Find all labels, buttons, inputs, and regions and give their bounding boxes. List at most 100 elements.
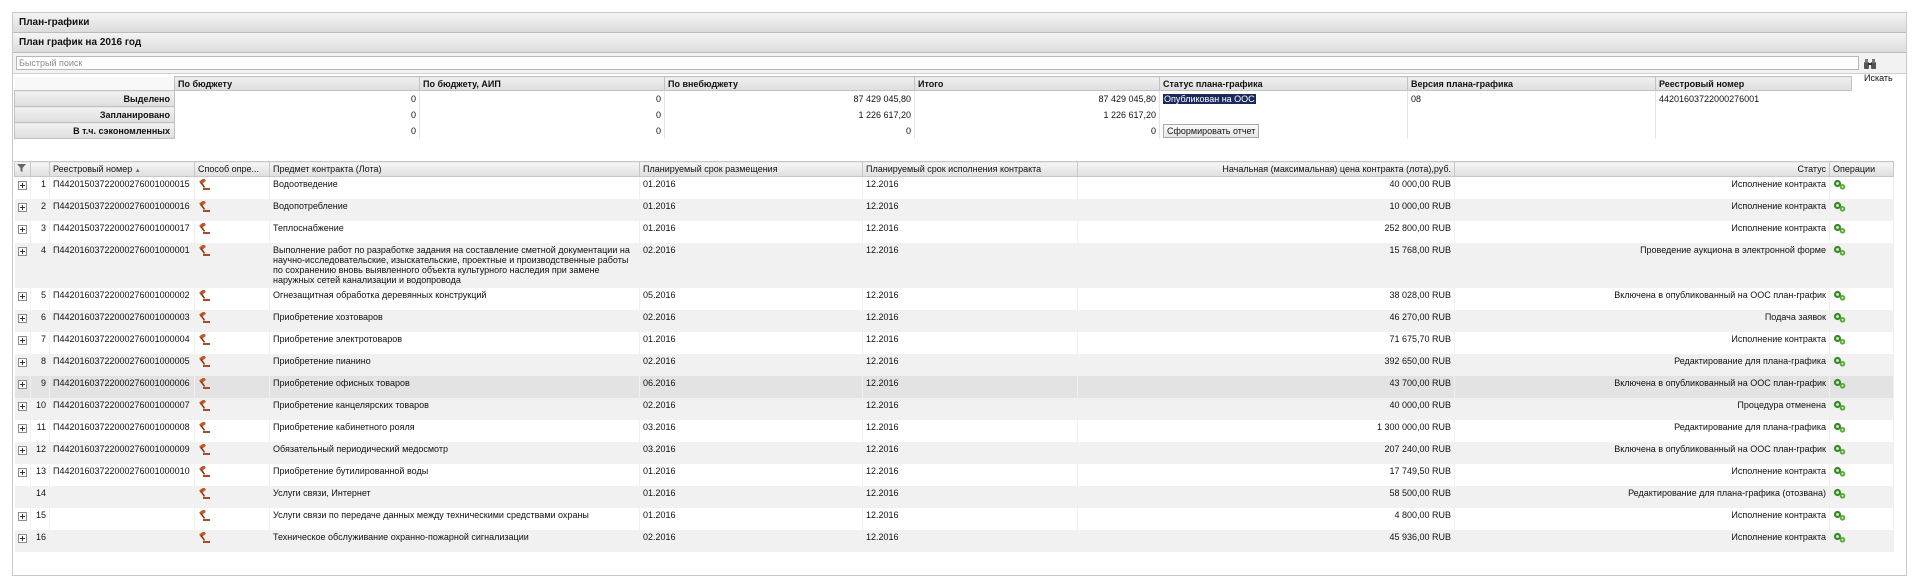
table-row[interactable]: 9 П44201603722000276001000006 Приобретен…: [14, 375, 1894, 398]
search-button[interactable]: Искать: [1864, 56, 1906, 83]
col-placement[interactable]: Планируемый срок размещения: [639, 161, 863, 177]
operations-cell: [1829, 397, 1894, 420]
expand-row-icon[interactable]: [17, 202, 27, 212]
table-row[interactable]: 11 П44201603722000276001000008 Приобрете…: [14, 419, 1894, 442]
table-row[interactable]: 5 П44201603722000276001000002 Огнезащитн…: [14, 287, 1894, 310]
gavel-icon[interactable]: [198, 421, 266, 433]
row-number: 3: [30, 220, 50, 243]
gavel-icon[interactable]: [198, 399, 266, 411]
expand-row-icon[interactable]: [17, 445, 27, 455]
gavel-icon[interactable]: [198, 377, 266, 389]
table-row[interactable]: 8 П44201603722000276001000005 Приобретен…: [14, 353, 1894, 376]
row-status: Исполнение контракта: [1454, 463, 1830, 486]
expand-row-icon[interactable]: [17, 423, 27, 433]
row-number: 13: [30, 463, 50, 486]
table-row[interactable]: 3 П44201503722000276001000017 Теплоснабж…: [14, 220, 1894, 243]
table-row[interactable]: 16 Техническое обслуживание охранно-пожа…: [14, 529, 1894, 552]
expand-row-icon[interactable]: [17, 224, 27, 234]
row-number: 10: [30, 397, 50, 420]
execution-date: 12.2016: [862, 353, 1078, 376]
gears-icon[interactable]: [1833, 179, 1890, 190]
table-row[interactable]: 15 Услуги связи по передаче данных между…: [14, 507, 1894, 530]
gavel-icon[interactable]: [198, 333, 266, 345]
registry-number: П44201503722000276001000015: [49, 176, 195, 199]
gears-icon[interactable]: [1833, 400, 1890, 411]
gears-icon[interactable]: [1833, 356, 1890, 367]
col-subject[interactable]: Предмет контракта (Лота): [269, 161, 640, 177]
row-number: 16: [30, 529, 50, 552]
table-row[interactable]: 2 П44201503722000276001000016 Водопотреб…: [14, 198, 1894, 221]
row-number: 5: [30, 287, 50, 310]
quick-search-input[interactable]: [16, 56, 1859, 70]
gears-icon[interactable]: [1833, 510, 1890, 521]
row-number: 9: [30, 375, 50, 398]
expand-cell: [14, 198, 31, 221]
gavel-icon[interactable]: [198, 289, 266, 301]
gears-icon[interactable]: [1833, 466, 1890, 477]
table-row[interactable]: 12 П44201603722000276001000009 Обязатель…: [14, 441, 1894, 464]
gavel-icon[interactable]: [198, 179, 266, 190]
expand-row-icon[interactable]: [17, 246, 27, 256]
col-status[interactable]: Статус: [1454, 161, 1830, 177]
expand-row-icon[interactable]: [17, 313, 27, 323]
expand-row-icon[interactable]: [17, 379, 27, 389]
gears-icon[interactable]: [1833, 444, 1890, 455]
gavel-icon[interactable]: [198, 487, 266, 499]
col-registry-number[interactable]: Реестровый номер ▲: [49, 161, 195, 177]
gears-icon[interactable]: [1833, 201, 1890, 212]
summary-value: 0: [419, 106, 665, 123]
gavel-icon[interactable]: [198, 244, 266, 256]
gears-icon[interactable]: [1833, 223, 1890, 234]
operations-cell: [1829, 507, 1894, 530]
gavel-icon[interactable]: [198, 531, 266, 543]
table-row[interactable]: 1 П44201503722000276001000015 Водоотведе…: [14, 176, 1894, 199]
generate-report-button[interactable]: Сформировать отчет: [1163, 123, 1260, 138]
col-operations[interactable]: Операции: [1829, 161, 1894, 177]
expand-row-icon[interactable]: [17, 335, 27, 345]
col-execution[interactable]: Планируемый срок исполнения контракта: [862, 161, 1078, 177]
table-row[interactable]: 7 П44201603722000276001000004 Приобретен…: [14, 331, 1894, 354]
gears-icon[interactable]: [1833, 422, 1890, 433]
filter-toggle[interactable]: [14, 161, 31, 177]
table-row[interactable]: 13 П44201603722000276001000010 Приобрете…: [14, 463, 1894, 486]
gavel-icon[interactable]: [198, 465, 266, 477]
registry-number: П44201603722000276001000009: [49, 441, 195, 464]
grid-header: Реестровый номер ▲ Способ опре... Предме…: [14, 161, 1894, 177]
gavel-icon[interactable]: [198, 222, 266, 234]
table-row[interactable]: 14 Услуги связи, Интернет 01.2016 12.201…: [14, 485, 1894, 508]
col-method[interactable]: Способ опре...: [194, 161, 270, 177]
initial-price: 10 000,00 RUB: [1077, 198, 1455, 221]
gears-icon[interactable]: [1833, 290, 1890, 301]
expand-row-icon[interactable]: [17, 401, 27, 411]
gavel-icon[interactable]: [198, 443, 266, 455]
row-status: Проведение аукциона в электронной форме: [1454, 242, 1830, 288]
expand-row-icon[interactable]: [17, 533, 27, 543]
plan-status-value[interactable]: Опубликован на ООС: [1163, 93, 1256, 104]
sub-title[interactable]: План график на 2016 год: [13, 33, 1906, 53]
gavel-icon[interactable]: [198, 200, 266, 212]
gears-icon[interactable]: [1833, 532, 1890, 543]
table-row[interactable]: 6 П44201603722000276001000003 Приобретен…: [14, 309, 1894, 332]
method-cell: [194, 463, 270, 486]
operations-cell: [1829, 176, 1894, 199]
expand-cell: [14, 353, 31, 376]
gavel-icon[interactable]: [198, 509, 266, 521]
expand-row-icon[interactable]: [17, 511, 27, 521]
gears-icon[interactable]: [1833, 488, 1890, 499]
gavel-icon[interactable]: [198, 311, 266, 323]
table-row[interactable]: 10 П44201603722000276001000007 Приобрете…: [14, 397, 1894, 420]
plan-status-cell: Опубликован на ООС: [1159, 90, 1408, 107]
gears-icon[interactable]: [1833, 245, 1890, 256]
gears-icon[interactable]: [1833, 312, 1890, 323]
summary-value: 1 226 617,20: [664, 106, 915, 123]
gears-icon[interactable]: [1833, 378, 1890, 389]
expand-row-icon[interactable]: [17, 181, 27, 190]
gears-icon[interactable]: [1833, 334, 1890, 345]
expand-row-icon[interactable]: [17, 467, 27, 477]
expand-row-icon[interactable]: [17, 291, 27, 301]
table-row[interactable]: 4 П44201603722000276001000001 Выполнение…: [14, 242, 1894, 288]
expand-row-icon[interactable]: [17, 357, 27, 367]
col-price[interactable]: Начальная (максимальная) цена контракта …: [1077, 161, 1455, 177]
plan-registry-value: 44201603722000276001: [1655, 90, 1852, 107]
gavel-icon[interactable]: [198, 355, 266, 367]
